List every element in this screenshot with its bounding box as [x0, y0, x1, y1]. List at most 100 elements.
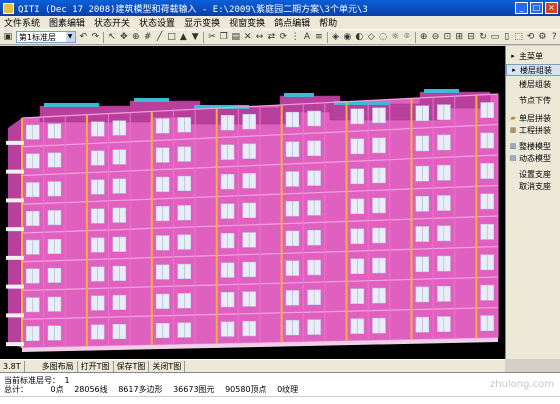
view-top-icon[interactable]: ▭ [490, 32, 500, 43]
cut-icon[interactable]: ✂ [207, 32, 217, 43]
panel-item-label: 动态模型 [519, 153, 551, 163]
arrow-up-icon[interactable]: ▲ [178, 32, 188, 43]
assemble-icon: ▰ [510, 114, 516, 122]
zoom-out-icon[interactable]: ⊖ [431, 32, 441, 43]
model-viewport[interactable] [0, 46, 505, 359]
arrow-icon: ▸ [512, 66, 516, 74]
layer-select-value: 第1标准层 [18, 32, 56, 42]
cursor-icon[interactable]: ↖ [107, 32, 117, 43]
close-button[interactable]: × [545, 2, 558, 14]
balcony-slab [6, 313, 24, 318]
box-icon[interactable]: □ [167, 32, 177, 43]
roof-accent [134, 98, 169, 102]
panel-item-label: 节点下传 [519, 95, 551, 105]
camera-icon[interactable]: ⌾ [402, 32, 412, 43]
redo-icon[interactable]: ↷ [90, 32, 100, 43]
zoom-prev-icon[interactable]: ⊟ [466, 32, 476, 43]
line-icon[interactable]: ╱ [155, 32, 165, 43]
zoom-window-icon[interactable]: ⊡ [442, 32, 452, 43]
app-icon [3, 2, 14, 14]
roof-accent [284, 93, 314, 97]
title-bar: QITI (Dec 17 2008)建筑模型和荷载输入 - E:\2009\紫庭… [0, 0, 560, 16]
pan-icon[interactable]: ✥ [119, 32, 129, 43]
toolbar-divider [414, 31, 416, 43]
balcony-slab [6, 284, 24, 289]
light-icon[interactable]: ☼ [390, 32, 400, 43]
bottom-tab-bar: 3.8T 多图布局 打开T图 保存T图 关闭T图 [0, 359, 505, 372]
balcony-slab [6, 342, 24, 347]
orbit-icon[interactable]: ⟲ [526, 32, 536, 43]
command-input[interactable] [0, 396, 560, 404]
copy-icon[interactable]: ❐ [219, 32, 229, 43]
save-icon[interactable]: ▣ [3, 32, 13, 43]
arrow-down-icon[interactable]: ▼ [190, 32, 200, 43]
panel-item-whole-building-model[interactable]: ▥ 整楼模型 [506, 140, 560, 152]
animation-icon: ▤ [509, 154, 517, 162]
chevron-down-icon[interactable]: ▼ [65, 32, 75, 42]
measure-icon[interactable]: ↔ [255, 32, 265, 43]
menu-edit[interactable]: 图素编辑 [49, 16, 85, 29]
menu-file[interactable]: 文件系统 [4, 16, 40, 29]
zoom-all-icon[interactable]: ⊞ [454, 32, 464, 43]
view-front-icon[interactable]: ▯ [502, 32, 512, 43]
tab-save-t[interactable]: 保存T图 [114, 360, 150, 372]
panel-item-label: 整楼模型 [519, 141, 551, 151]
maximize-button[interactable]: □ [530, 2, 543, 14]
render-icon[interactable]: ◉ [343, 32, 353, 43]
arrow-icon: ▸ [511, 52, 515, 60]
menu-settings[interactable]: 状态设置 [139, 16, 175, 29]
status-polygons: 8617多边形 [118, 385, 163, 394]
tab-multi-layout[interactable]: 多图布局 [39, 360, 78, 372]
layer-select[interactable]: 第1标准层 ▼ [15, 31, 76, 43]
panel-item-label: 楼层组装 [520, 65, 552, 75]
menu-viewport[interactable]: 视窗变换 [229, 16, 265, 29]
delete-icon[interactable]: ✕ [243, 32, 253, 43]
tab-open-t[interactable]: 打开T图 [78, 360, 114, 372]
text-icon[interactable]: A [302, 32, 312, 43]
panel-item-floor-assembly-header[interactable]: ▸ 楼层组装 [506, 64, 560, 76]
refresh-icon[interactable]: ↻ [478, 32, 488, 43]
menu-help[interactable]: 帮助 [319, 16, 337, 29]
panel-item-dynamic-model[interactable]: ▤ 动态模型 [506, 152, 560, 164]
node-icon[interactable]: ⊕ [131, 32, 141, 43]
menu-anchor[interactable]: 鸽点编辑 [274, 16, 310, 29]
shade-icon[interactable]: ◐ [354, 32, 364, 43]
panel-item-label: 取消支座 [519, 181, 551, 191]
help-icon[interactable]: ? [549, 32, 559, 43]
undo-icon[interactable]: ↶ [79, 32, 89, 43]
settings-icon[interactable]: ⚙ [537, 32, 547, 43]
minimize-button[interactable]: _ [515, 2, 528, 14]
panel-item-floor-assembly[interactable]: 楼层组装 [506, 78, 560, 90]
grid-icon[interactable]: # [143, 32, 153, 43]
array-icon[interactable]: ⋮ [290, 32, 300, 43]
toolbar-divider [326, 31, 328, 43]
toolbar-divider [103, 31, 105, 43]
panel-item-project-assembly[interactable]: ▦ 工程拼装 [506, 124, 560, 136]
balcony-slab [6, 227, 24, 232]
status-area: 当前标准层号： 1 总计： 0点 28056线 8617多边形 36673图元 … [0, 372, 560, 404]
panel-item-label: 工程拼装 [519, 125, 551, 135]
wire-icon[interactable]: ◇ [366, 32, 376, 43]
tab-close-t[interactable]: 关闭T图 [149, 360, 186, 372]
panel-item-cancel-support[interactable]: 取消支座 [506, 180, 560, 192]
menu-display[interactable]: 显示变换 [184, 16, 220, 29]
right-panel-menu: ▸ 主菜单 ▸ 楼层组装 楼层组装 节点下传 ▰ 单层拼装 ▦ 工程拼装 ▥ 整… [505, 46, 560, 359]
zoom-in-icon[interactable]: ⊕ [419, 32, 429, 43]
layer-icon[interactable]: ≡ [314, 32, 324, 43]
panel-item-node-transfer[interactable]: 节点下传 [506, 94, 560, 106]
rotate-icon[interactable]: ⟳ [278, 32, 288, 43]
panel-item-single-floor-assembly[interactable]: ▰ 单层拼装 [506, 112, 560, 124]
hide-icon[interactable]: ◌ [378, 32, 388, 43]
status-lines: 28056线 [74, 385, 108, 394]
menu-switch[interactable]: 状态开关 [94, 16, 130, 29]
view-iso-icon[interactable]: ⬚ [514, 32, 524, 43]
panel-item-set-support[interactable]: 设置支座 [506, 168, 560, 180]
paste-icon[interactable]: ▤ [231, 32, 241, 43]
watermark: zhulong.com [489, 379, 554, 390]
window-title: QITI (Dec 17 2008)建筑模型和荷载输入 - E:\2009\紫庭… [18, 4, 368, 15]
roof-accent [44, 103, 99, 107]
view-3d-icon[interactable]: ◈ [331, 32, 341, 43]
panel-item-main-menu[interactable]: ▸ 主菜单 [506, 50, 560, 62]
mirror-icon[interactable]: ⇄ [266, 32, 276, 43]
status-elements: 36673图元 [173, 385, 215, 394]
